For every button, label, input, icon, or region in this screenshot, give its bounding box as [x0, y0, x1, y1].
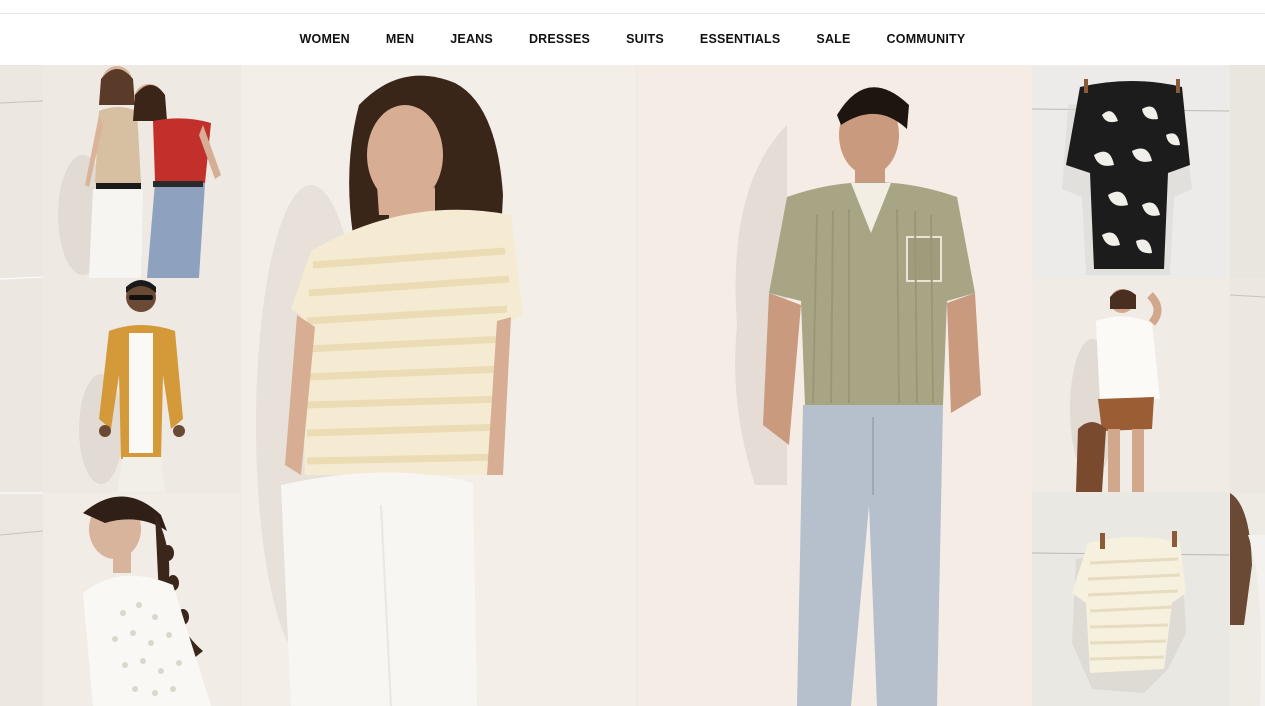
image-tile-woman-white-shirt-shorts[interactable]: [1032, 279, 1229, 492]
image-tile-man-knit-polo[interactable]: [637, 65, 1032, 706]
nav-item-women[interactable]: WOMEN: [300, 32, 350, 46]
nav-item-suits[interactable]: SUITS: [626, 32, 664, 46]
nav-item-dresses[interactable]: DRESSES: [529, 32, 590, 46]
nav-item-jeans[interactable]: JEANS: [450, 32, 493, 46]
edge-strip-left: [0, 65, 43, 706]
top-utility-bar: [0, 0, 1265, 14]
image-tile-women-tops[interactable]: [43, 65, 240, 278]
image-tile-cream-sweater-hanging[interactable]: [1032, 493, 1229, 706]
main-navigation: WOMEN MEN JEANS DRESSES SUITS ESSENTIALS…: [0, 14, 1265, 64]
hero-collage: [0, 65, 1265, 706]
image-tile-woman-striped-tee[interactable]: [241, 65, 636, 706]
image-tile-black-floral-shirt[interactable]: [1032, 65, 1229, 278]
nav-item-men[interactable]: MEN: [386, 32, 414, 46]
nav-item-sale[interactable]: SALE: [816, 32, 850, 46]
edge-strip-right: [1230, 65, 1265, 706]
nav-item-community[interactable]: COMMUNITY: [887, 32, 966, 46]
image-tile-man-mustard-shirt[interactable]: [43, 279, 240, 492]
image-tile-woman-eyelet-top[interactable]: [43, 493, 240, 706]
nav-item-essentials[interactable]: ESSENTIALS: [700, 32, 781, 46]
